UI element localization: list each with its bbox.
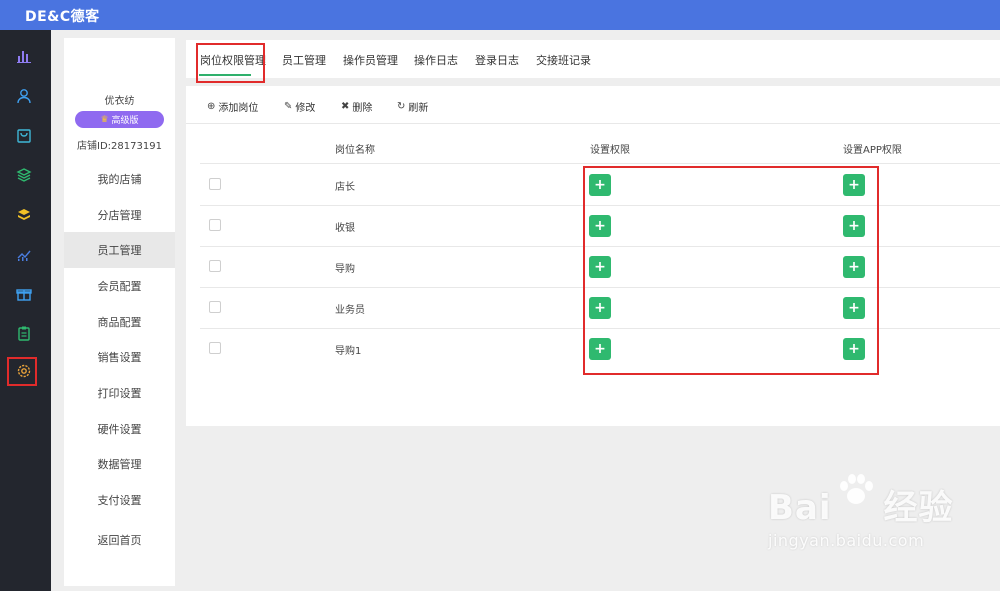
store-id: 店铺ID:28173191 [77,141,162,152]
user-icon[interactable] [13,85,35,107]
row-checkbox[interactable] [209,342,221,354]
position-name: 店长 [335,182,355,193]
crown-icon: ♛ [100,114,109,125]
trend-chart-icon[interactable] [13,243,35,265]
tab-operation-log[interactable]: 操作日志 [414,52,458,68]
app-logo[interactable]: DE&C德客 [25,6,100,26]
stack-icon[interactable] [13,204,35,226]
table-header: 岗位名称 设置权限 设置APP权限 [200,132,1000,164]
settings-sidebar: 优衣纺 ♛ 高级版 店铺ID:28173191 我的店铺 分店管理 员工管理 会… [64,38,175,586]
refresh-button[interactable]: ↻ 刷新 [397,99,428,114]
position-name: 导购1 [335,346,362,357]
edit-button[interactable]: ✎ 修改 [284,99,315,114]
settings-highlight-box [7,357,37,386]
tab-operators[interactable]: 操作员管理 [343,52,398,68]
settings-menu: 我的店铺 分店管理 员工管理 会员配置 商品配置 销售设置 打印设置 硬件设置 … [64,161,175,558]
row-checkbox[interactable] [209,219,221,231]
column-header-position-name: 岗位名称 [335,145,375,156]
menu-item-branch[interactable]: 分店管理 [64,197,175,233]
plan-badge-label: 高级版 [111,116,139,126]
menu-item-print[interactable]: 打印设置 [64,375,175,411]
top-bar: DE&C德客 [0,0,1000,30]
edit-icon: ✎ [284,101,293,112]
watermark-brand-text: Bai [768,488,832,528]
baidu-jingyan-watermark: Bai 经验 jingyan.baidu.com [768,474,954,550]
tab-bar: 岗位权限管理 员工管理 操作员管理 操作日志 登录日志 交接班记录 [186,40,1000,78]
store-name: 优衣纺 [104,96,135,107]
menu-item-hardware[interactable]: 硬件设置 [64,411,175,447]
menu-item-data[interactable]: 数据管理 [64,447,175,483]
layers-icon[interactable] [13,164,35,186]
menu-item-sales[interactable]: 销售设置 [64,339,175,375]
menu-item-product[interactable]: 商品配置 [64,304,175,340]
delete-button[interactable]: ✖ 删除 [341,99,372,114]
icon-sidebar [0,30,51,591]
gift-icon[interactable] [13,283,35,305]
close-icon: ✖ [341,101,350,112]
row-checkbox[interactable] [209,260,221,272]
edit-label: 修改 [295,103,316,114]
plus-circle-icon: ⊕ [207,101,216,112]
column-header-app-permissions: 设置APP权限 [843,145,902,156]
watermark-url: jingyan.baidu.com [768,531,925,550]
refresh-icon: ↻ [397,101,406,112]
watermark-brand-tail: 经验 [883,488,954,528]
tab-login-log[interactable]: 登录日志 [475,52,519,68]
column-header-permissions: 设置权限 [590,145,630,156]
bag-icon[interactable] [13,125,35,147]
menu-item-my-store[interactable]: 我的店铺 [64,161,175,197]
toolbar: ⊕ 添加岗位 ✎ 修改 ✖ 删除 ↻ 刷新 [186,86,1000,124]
permissions-highlight-box [583,166,879,375]
menu-item-member[interactable]: 会员配置 [64,268,175,304]
position-name: 收银 [335,223,355,234]
add-position-label: 添加岗位 [218,103,259,114]
plan-badge: ♛ 高级版 [75,111,164,128]
tab-shift-records[interactable]: 交接班记录 [536,52,591,68]
bar-chart-icon[interactable] [13,45,35,67]
row-checkbox[interactable] [209,301,221,313]
menu-item-back-home[interactable]: 返回首页 [64,522,175,558]
row-checkbox[interactable] [209,178,221,190]
tab-highlight-box [196,43,265,83]
add-position-button[interactable]: ⊕ 添加岗位 [207,99,258,114]
paw-icon [840,474,873,504]
menu-item-staff[interactable]: 员工管理 [64,232,175,269]
position-name: 导购 [335,264,355,275]
clipboard-icon[interactable] [13,322,35,344]
menu-item-payment[interactable]: 支付设置 [64,482,175,518]
refresh-label: 刷新 [408,103,429,114]
position-name: 业务员 [335,305,365,316]
tab-staff[interactable]: 员工管理 [282,52,326,68]
delete-label: 删除 [352,103,373,114]
